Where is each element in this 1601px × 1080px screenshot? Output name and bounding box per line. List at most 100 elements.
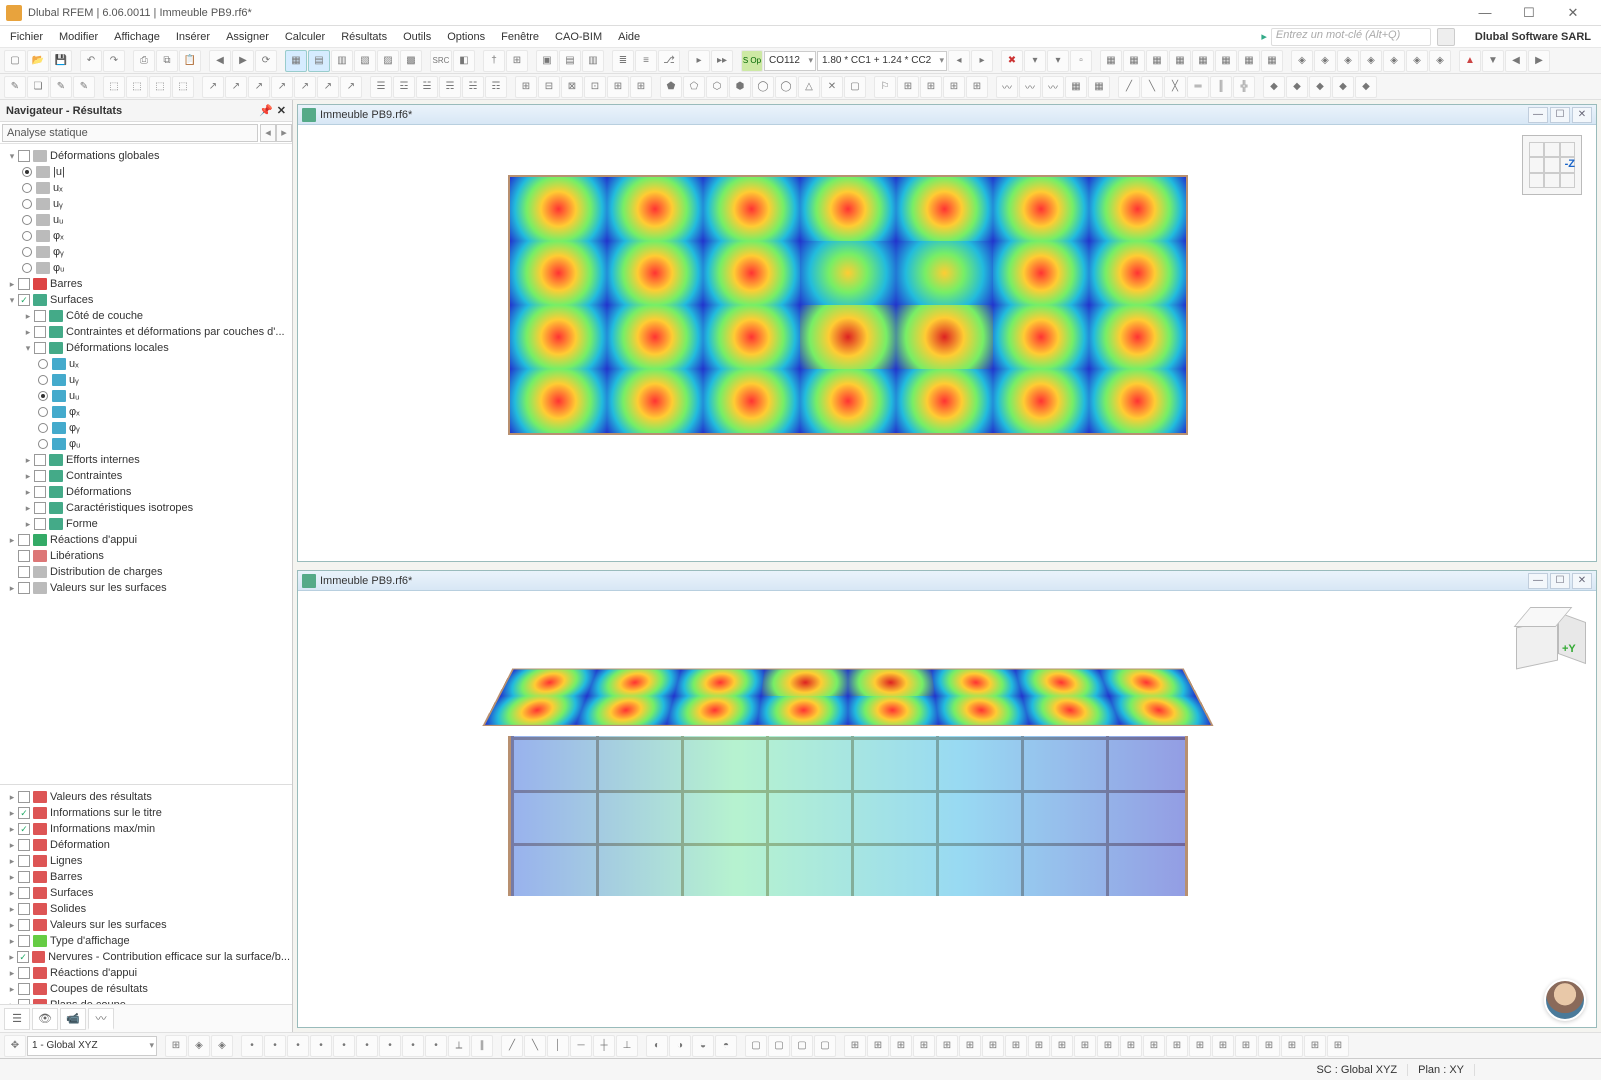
- tb-p2[interactable]: ▾: [1024, 50, 1046, 72]
- tree-node[interactable]: ▸Type d'affichage: [2, 933, 290, 949]
- tb-x2[interactable]: ⊞: [506, 50, 528, 72]
- tree-node[interactable]: uᵧ: [2, 372, 290, 388]
- bt-45[interactable]: ⊞: [1189, 1035, 1211, 1057]
- tb-g6[interactable]: ▦: [1215, 50, 1237, 72]
- t2-i4[interactable]: ═: [1187, 76, 1209, 98]
- analysis-combo[interactable]: Analyse statique: [2, 124, 258, 142]
- bt-12[interactable]: •: [402, 1035, 424, 1057]
- nav-tab-3[interactable]: 📹: [60, 1008, 86, 1030]
- t2-d2[interactable]: ☲: [393, 76, 415, 98]
- bt-16[interactable]: ╱: [501, 1035, 523, 1057]
- bt-31[interactable]: ⊞: [867, 1035, 889, 1057]
- t2-b3[interactable]: ⬚: [149, 76, 171, 98]
- tree-node[interactable]: ▸Forme: [2, 516, 290, 532]
- tb-view-e[interactable]: ▨: [377, 50, 399, 72]
- menu-inserer[interactable]: Insérer: [168, 28, 218, 46]
- tb-view-f[interactable]: ▩: [400, 50, 422, 72]
- tb-i2[interactable]: ▤: [559, 50, 581, 72]
- tb-r2[interactable]: ▼: [1482, 50, 1504, 72]
- minimize-button[interactable]: —: [1463, 1, 1507, 25]
- bt-37[interactable]: ⊞: [1005, 1035, 1027, 1057]
- menu-resultats[interactable]: Résultats: [333, 28, 395, 46]
- bt-14[interactable]: ⟂: [448, 1035, 470, 1057]
- bt-2[interactable]: ⊞: [165, 1035, 187, 1057]
- tree-node[interactable]: ▾✓Surfaces: [2, 292, 290, 308]
- bt-40[interactable]: ⊞: [1074, 1035, 1096, 1057]
- tb-g8[interactable]: ▦: [1261, 50, 1283, 72]
- t2-e2[interactable]: ⊟: [538, 76, 560, 98]
- tb-g5[interactable]: ▦: [1192, 50, 1214, 72]
- tree-node[interactable]: φᵤ: [2, 436, 290, 452]
- tree-node[interactable]: ▸Valeurs sur les surfaces: [2, 580, 290, 596]
- tree-node[interactable]: ▸Surfaces: [2, 885, 290, 901]
- tb-i1[interactable]: ▣: [536, 50, 558, 72]
- bt-41[interactable]: ⊞: [1097, 1035, 1119, 1057]
- tree-node[interactable]: ▸Contraintes: [2, 468, 290, 484]
- tree-node[interactable]: ▸Déformations: [2, 484, 290, 500]
- coord-system-combo[interactable]: 1 - Global XYZ: [27, 1036, 157, 1056]
- tb-fwd[interactable]: ▶: [232, 50, 254, 72]
- tree-node[interactable]: ▸Réactions d'appui: [2, 532, 290, 548]
- tb-redo[interactable]: ↷: [103, 50, 125, 72]
- t2-f3[interactable]: ⬡: [706, 76, 728, 98]
- bt-46[interactable]: ⊞: [1212, 1035, 1234, 1057]
- keyboard-icon[interactable]: [1437, 28, 1455, 46]
- bt-51[interactable]: ⊞: [1327, 1035, 1349, 1057]
- tree-node[interactable]: ▸Valeurs sur les surfaces: [2, 917, 290, 933]
- tb-p3[interactable]: ▾: [1047, 50, 1069, 72]
- tb-copy[interactable]: ⧉: [156, 50, 178, 72]
- menu-calculer[interactable]: Calculer: [277, 28, 333, 46]
- t2-g4[interactable]: ⊞: [943, 76, 965, 98]
- bt-11[interactable]: •: [379, 1035, 401, 1057]
- t2-e1[interactable]: ⊞: [515, 76, 537, 98]
- avatar[interactable]: [1544, 979, 1586, 1021]
- t2-f2[interactable]: ⬠: [683, 76, 705, 98]
- view-cube-top[interactable]: -Z: [1522, 135, 1582, 195]
- combo-cc[interactable]: 1.80 * CC1 + 1.24 * CC2: [817, 51, 947, 71]
- bt-47[interactable]: ⊞: [1235, 1035, 1257, 1057]
- tree-node[interactable]: ▸Plans de coupe: [2, 997, 290, 1004]
- tb-i3[interactable]: ▥: [582, 50, 604, 72]
- bt-44[interactable]: ⊞: [1166, 1035, 1188, 1057]
- options-tree[interactable]: ▸Valeurs des résultats▸✓Informations sur…: [0, 784, 292, 1004]
- tb-view-d[interactable]: ▧: [354, 50, 376, 72]
- tree-node[interactable]: uₓ: [2, 180, 290, 196]
- tree-node[interactable]: uᵧ: [2, 196, 290, 212]
- bt-49[interactable]: ⊞: [1281, 1035, 1303, 1057]
- tb-s4[interactable]: ◈: [1360, 50, 1382, 72]
- nav-next-arrow[interactable]: ▸: [276, 124, 292, 142]
- tree-node[interactable]: ▸Valeurs des résultats: [2, 789, 290, 805]
- tree-node[interactable]: ▸Efforts internes: [2, 452, 290, 468]
- bt-4[interactable]: ◈: [211, 1035, 233, 1057]
- tb-sop[interactable]: S Op: [741, 50, 763, 72]
- t2-i5[interactable]: ║: [1210, 76, 1232, 98]
- t2-f1[interactable]: ⬟: [660, 76, 682, 98]
- t2-a4[interactable]: ✎: [73, 76, 95, 98]
- tb-p4[interactable]: ▫: [1070, 50, 1092, 72]
- t2-d5[interactable]: ☵: [462, 76, 484, 98]
- bt-7[interactable]: •: [287, 1035, 309, 1057]
- t2-f5[interactable]: ◯: [752, 76, 774, 98]
- tree-node[interactable]: uᵤ: [2, 388, 290, 404]
- bt-24[interactable]: ◒: [692, 1035, 714, 1057]
- view-close-button[interactable]: ✕: [1572, 573, 1592, 589]
- t2-a1[interactable]: ✎: [4, 76, 26, 98]
- tree-node[interactable]: ▾Déformations globales: [2, 148, 290, 164]
- t2-i6[interactable]: ╬: [1233, 76, 1255, 98]
- nav-close-icon[interactable]: ✕: [277, 104, 286, 117]
- bt-17[interactable]: ╲: [524, 1035, 546, 1057]
- bt-18[interactable]: │: [547, 1035, 569, 1057]
- t2-e6[interactable]: ⊞: [630, 76, 652, 98]
- tb-open[interactable]: 📂: [27, 50, 49, 72]
- tree-node[interactable]: ▾Déformations locales: [2, 340, 290, 356]
- bt-5[interactable]: •: [241, 1035, 263, 1057]
- t2-d6[interactable]: ☶: [485, 76, 507, 98]
- tb-g1[interactable]: ▦: [1100, 50, 1122, 72]
- bt-10[interactable]: •: [356, 1035, 378, 1057]
- tree-node[interactable]: Distribution de charges: [2, 564, 290, 580]
- t2-f4[interactable]: ⬢: [729, 76, 751, 98]
- bt-27[interactable]: ▢: [768, 1035, 790, 1057]
- tree-node[interactable]: ▸Réactions d'appui: [2, 965, 290, 981]
- tb-l1[interactable]: ≣: [612, 50, 634, 72]
- t2-c5[interactable]: ↗: [294, 76, 316, 98]
